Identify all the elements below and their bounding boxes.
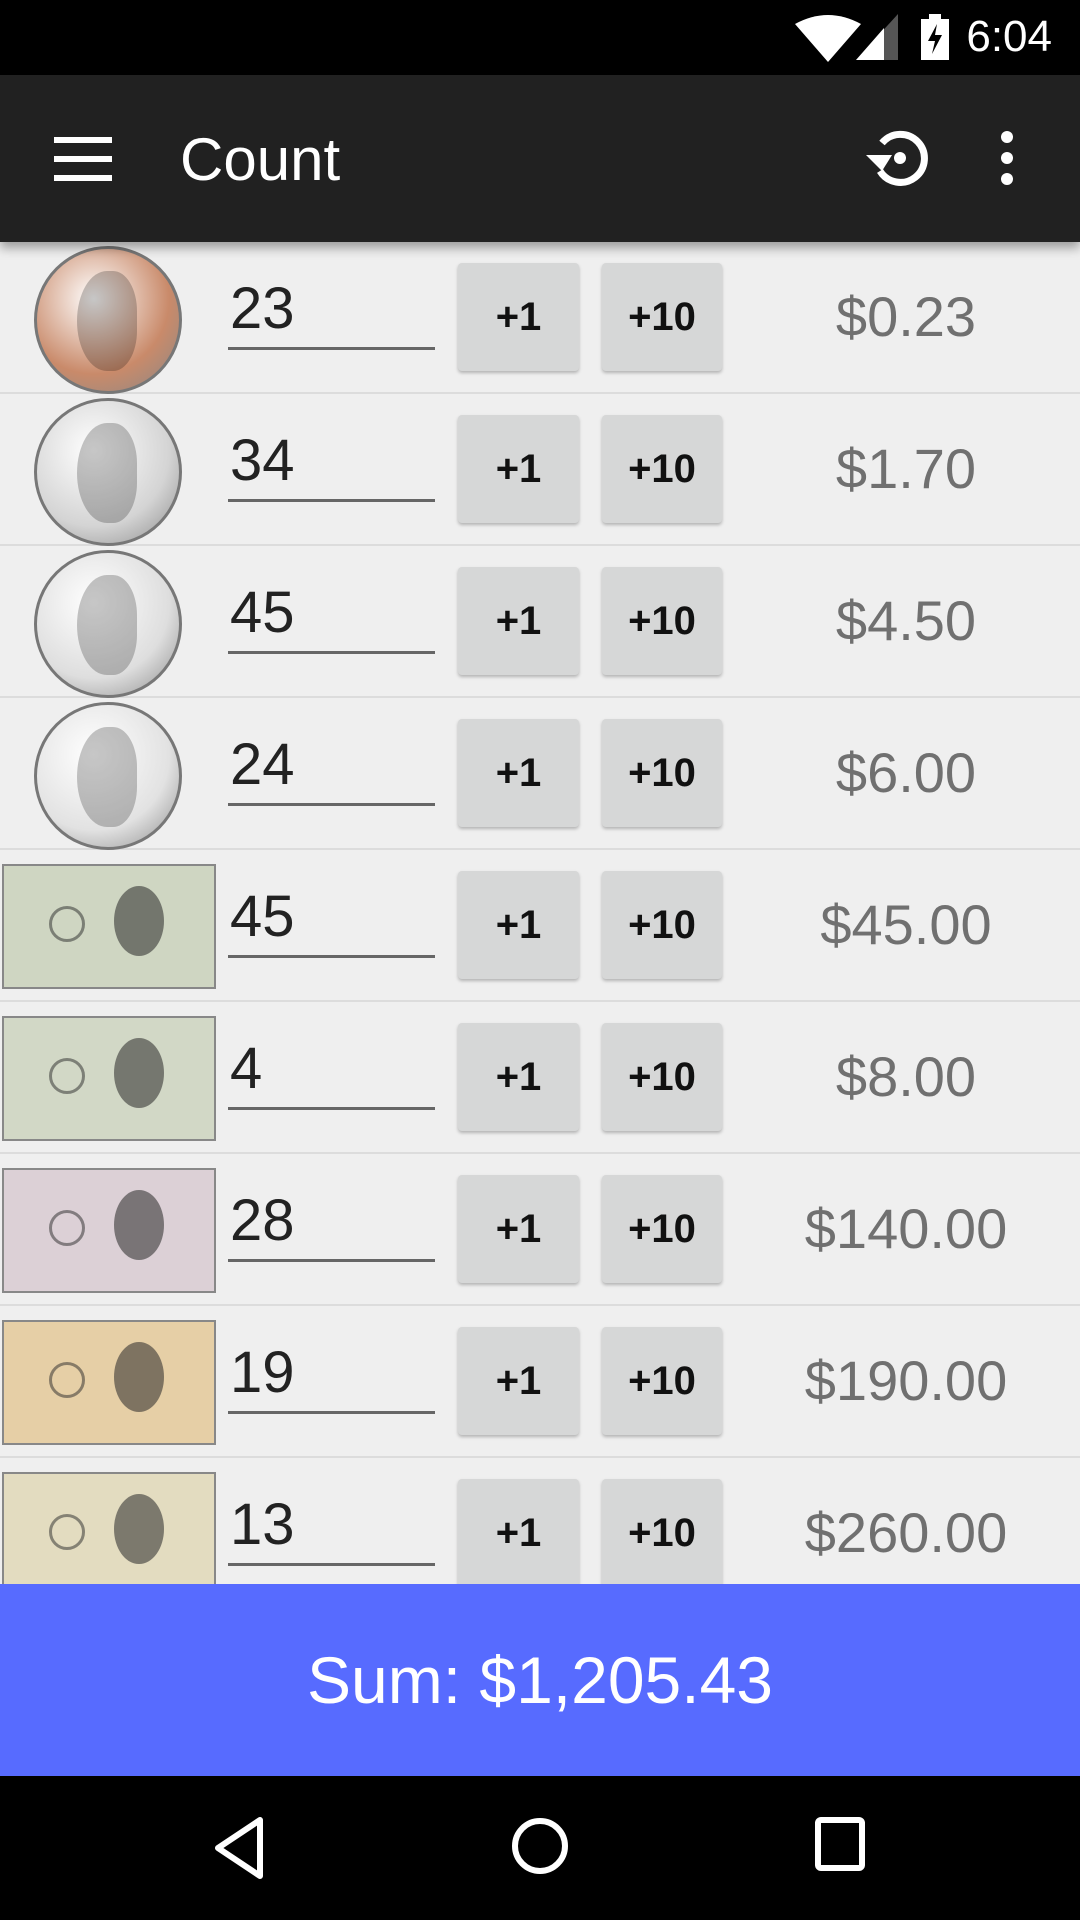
status-bar: 6:04 (0, 0, 1080, 75)
denomination-list: +1 +10 $0.23 +1 +10 $1.70 +1 +10 $4.50 +… (0, 242, 1080, 1610)
list-item: +1 +10 $1.70 (0, 394, 1080, 546)
plus-10-button[interactable]: +10 (602, 1175, 722, 1283)
subtotal-value: $8.00 (835, 1045, 977, 1108)
count-input[interactable] (228, 574, 435, 654)
subtotal-value: $45.00 (820, 893, 992, 956)
subtotal-value: $4.50 (835, 589, 977, 652)
plus-1-button[interactable]: +1 (458, 719, 579, 827)
plus-1-button[interactable]: +1 (458, 415, 579, 523)
wifi-icon (795, 15, 861, 62)
count-input[interactable] (228, 726, 435, 806)
one-dollar-bill-image (0, 854, 216, 996)
navigation-bar (0, 1776, 1080, 1920)
ten-dollar-bill-image (0, 1310, 216, 1452)
plus-1-button[interactable]: +1 (458, 1175, 579, 1283)
subtotal-value: $260.00 (804, 1501, 1008, 1564)
count-input[interactable] (228, 1334, 435, 1414)
plus-10-button[interactable]: +10 (602, 263, 722, 371)
subtotal-value: $190.00 (804, 1349, 1008, 1412)
plus-10-button[interactable]: +10 (602, 1023, 722, 1131)
battery-charging-icon (921, 14, 949, 60)
reset-icon[interactable] (862, 125, 932, 191)
plus-10-button[interactable]: +10 (602, 567, 722, 675)
plus-10-button[interactable]: +10 (602, 719, 722, 827)
more-vert-icon[interactable] (995, 130, 1019, 186)
recents-icon[interactable] (814, 1816, 866, 1872)
plus-10-button[interactable]: +10 (602, 1327, 722, 1435)
plus-1-button[interactable]: +1 (458, 1479, 579, 1587)
clock: 6:04 (966, 12, 1052, 61)
subtotal-value: $6.00 (835, 741, 977, 804)
back-icon[interactable] (212, 1816, 268, 1880)
list-item: +1 +10 $8.00 (0, 1002, 1080, 1154)
sum-bar: Sum: $1,205.43 (0, 1584, 1080, 1776)
dime-image (0, 550, 216, 698)
count-input[interactable] (228, 422, 435, 502)
penny-image (0, 246, 216, 394)
subtotal-value: $140.00 (804, 1197, 1008, 1260)
plus-1-button[interactable]: +1 (458, 1023, 579, 1131)
home-icon[interactable] (510, 1816, 570, 1876)
list-item: +1 +10 $0.23 (0, 242, 1080, 394)
plus-1-button[interactable]: +1 (458, 1327, 579, 1435)
twenty-dollar-bill-image (0, 1462, 216, 1604)
count-input[interactable] (228, 1030, 435, 1110)
plus-10-button[interactable]: +10 (602, 871, 722, 979)
count-input[interactable] (228, 1486, 435, 1566)
plus-1-button[interactable]: +1 (458, 871, 579, 979)
subtotal-value: $0.23 (835, 285, 977, 348)
nickel-image (0, 398, 216, 546)
subtotal-value: $1.70 (835, 437, 977, 500)
list-item: +1 +10 $190.00 (0, 1306, 1080, 1458)
plus-10-button[interactable]: +10 (602, 415, 722, 523)
list-item: +1 +10 $6.00 (0, 698, 1080, 850)
list-item: +1 +10 $45.00 (0, 850, 1080, 1002)
list-item: +1 +10 $140.00 (0, 1154, 1080, 1306)
five-dollar-bill-image (0, 1158, 216, 1300)
plus-10-button[interactable]: +10 (602, 1479, 722, 1587)
quarter-image (0, 702, 216, 850)
app-bar: Count (0, 75, 1080, 242)
page-title: Count (180, 126, 341, 193)
plus-1-button[interactable]: +1 (458, 567, 579, 675)
two-dollar-bill-image (0, 1006, 216, 1148)
list-item: +1 +10 $4.50 (0, 546, 1080, 698)
count-input[interactable] (228, 878, 435, 958)
cell-signal-icon (856, 14, 898, 60)
plus-1-button[interactable]: +1 (458, 263, 579, 371)
menu-icon[interactable] (54, 137, 112, 181)
count-input[interactable] (228, 270, 435, 350)
count-input[interactable] (228, 1182, 435, 1262)
